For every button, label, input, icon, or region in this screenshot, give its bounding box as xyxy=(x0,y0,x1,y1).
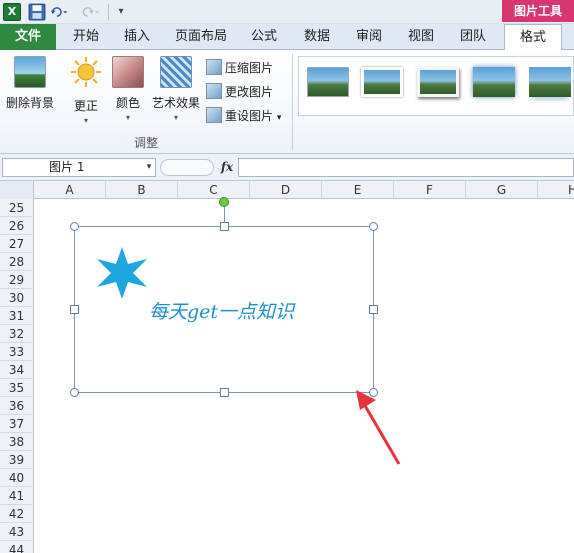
column-header[interactable]: F xyxy=(394,181,466,199)
change-picture-icon xyxy=(206,83,222,99)
redo-icon[interactable] xyxy=(82,3,100,21)
tab-page-layout[interactable]: 页面布局 xyxy=(166,24,236,50)
adjust-group-label: 调整 xyxy=(133,136,158,150)
formula-bar: 图片 1 ▾ fx xyxy=(0,154,574,181)
row-header[interactable]: 35 xyxy=(0,379,34,397)
artistic-effects-icon xyxy=(160,56,192,88)
artistic-effects-button[interactable]: 艺术效果 ▾ xyxy=(146,56,206,122)
row-header[interactable]: 32 xyxy=(0,325,34,343)
column-header[interactable]: A xyxy=(34,181,106,199)
star-shape xyxy=(97,247,147,299)
row-header[interactable]: 37 xyxy=(0,415,34,433)
resize-handle-left[interactable] xyxy=(70,305,79,314)
insert-function-icon[interactable]: fx xyxy=(218,158,236,177)
column-header[interactable]: G xyxy=(466,181,538,199)
row-header[interactable]: 28 xyxy=(0,253,34,271)
resize-handle-bottom[interactable] xyxy=(220,388,229,397)
qat-separator xyxy=(108,4,109,20)
name-box-dropdown-icon[interactable]: ▾ xyxy=(142,158,156,177)
row-header[interactable]: 27 xyxy=(0,235,34,253)
ribbon: 删除背景 更正 ▾ 颜色 ▾ 艺术效果 ▾ 压缩图片 更改图片 重设图片 ▾ 调… xyxy=(0,50,574,154)
column-headers: A B C D E F G H xyxy=(0,181,574,199)
arrow-shaft xyxy=(362,403,401,465)
quick-access-toolbar: X ▾ 图片工具 xyxy=(0,0,574,24)
selected-picture[interactable]: 每天get一点知识 xyxy=(70,222,378,397)
picture-styles-gallery xyxy=(298,56,574,116)
column-header[interactable]: C xyxy=(178,181,250,199)
row-header[interactable]: 30 xyxy=(0,289,34,307)
resize-handle-top[interactable] xyxy=(220,222,229,231)
remove-background-icon xyxy=(14,56,46,88)
row-header[interactable]: 36 xyxy=(0,397,34,415)
tab-insert[interactable]: 插入 xyxy=(112,24,162,50)
compress-pictures-button[interactable]: 压缩图片 xyxy=(206,58,292,78)
row-header[interactable]: 29 xyxy=(0,271,34,289)
name-box[interactable]: 图片 1 xyxy=(2,158,156,177)
column-header[interactable]: D xyxy=(250,181,322,199)
ribbon-tabs: 文件 开始 插入 页面布局 公式 数据 审阅 视图 团队 格式 xyxy=(0,24,574,51)
excel-logo-icon: X xyxy=(3,3,21,21)
tab-formulas[interactable]: 公式 xyxy=(240,24,288,50)
customize-qat-icon[interactable]: ▾ xyxy=(114,4,128,20)
row-header[interactable]: 34 xyxy=(0,361,34,379)
group-separator xyxy=(292,54,293,150)
select-all-corner[interactable] xyxy=(0,181,34,199)
picture-style-3[interactable] xyxy=(417,67,459,97)
star-icon xyxy=(97,247,147,299)
annotation-arrow-icon xyxy=(356,390,401,465)
row-header[interactable]: 42 xyxy=(0,505,34,523)
row-header[interactable]: 41 xyxy=(0,487,34,505)
tab-file[interactable]: 文件 xyxy=(0,24,56,50)
resize-handle-top-right[interactable] xyxy=(369,222,378,231)
column-header[interactable]: E xyxy=(322,181,394,199)
tab-view[interactable]: 视图 xyxy=(396,24,446,50)
picture-caption: 每天get一点知识 xyxy=(149,301,295,323)
remove-background-button[interactable]: 删除背景 xyxy=(0,56,60,120)
column-header[interactable]: H xyxy=(538,181,574,199)
picture-style-2[interactable] xyxy=(361,67,403,97)
formula-input[interactable] xyxy=(238,158,574,177)
watermark xyxy=(470,498,570,518)
save-icon[interactable] xyxy=(28,3,46,21)
row-header[interactable]: 44 xyxy=(0,541,34,553)
tab-home[interactable]: 开始 xyxy=(62,24,110,50)
column-header[interactable]: B xyxy=(106,181,178,199)
change-picture-button[interactable]: 更改图片 xyxy=(206,82,292,102)
row-header[interactable]: 25 xyxy=(0,199,34,217)
picture-style-4[interactable] xyxy=(473,67,515,97)
row-header[interactable]: 43 xyxy=(0,523,34,541)
tab-format[interactable]: 格式 xyxy=(504,24,562,51)
resize-handle-right[interactable] xyxy=(369,305,378,314)
tab-review[interactable]: 审阅 xyxy=(344,24,394,50)
color-icon xyxy=(112,56,144,88)
row-header[interactable]: 26 xyxy=(0,217,34,235)
rotation-handle[interactable] xyxy=(219,197,229,207)
compress-icon xyxy=(206,59,222,75)
tab-team[interactable]: 团队 xyxy=(448,24,498,50)
row-header[interactable]: 40 xyxy=(0,469,34,487)
formula-bar-resize-handle[interactable] xyxy=(160,159,214,176)
row-header[interactable]: 39 xyxy=(0,451,34,469)
undo-icon[interactable] xyxy=(50,3,68,21)
row-header[interactable]: 38 xyxy=(0,433,34,451)
row-header[interactable]: 31 xyxy=(0,307,34,325)
tab-data[interactable]: 数据 xyxy=(292,24,342,50)
picture-style-1[interactable] xyxy=(307,67,349,97)
resize-handle-bottom-left[interactable] xyxy=(70,388,79,397)
row-header[interactable]: 33 xyxy=(0,343,34,361)
reset-picture-icon xyxy=(206,107,222,123)
picture-style-5[interactable] xyxy=(529,67,571,97)
reset-picture-button[interactable]: 重设图片 ▾ xyxy=(206,106,292,126)
resize-handle-top-left[interactable] xyxy=(70,222,79,231)
picture-tools-header: 图片工具 xyxy=(502,0,574,22)
